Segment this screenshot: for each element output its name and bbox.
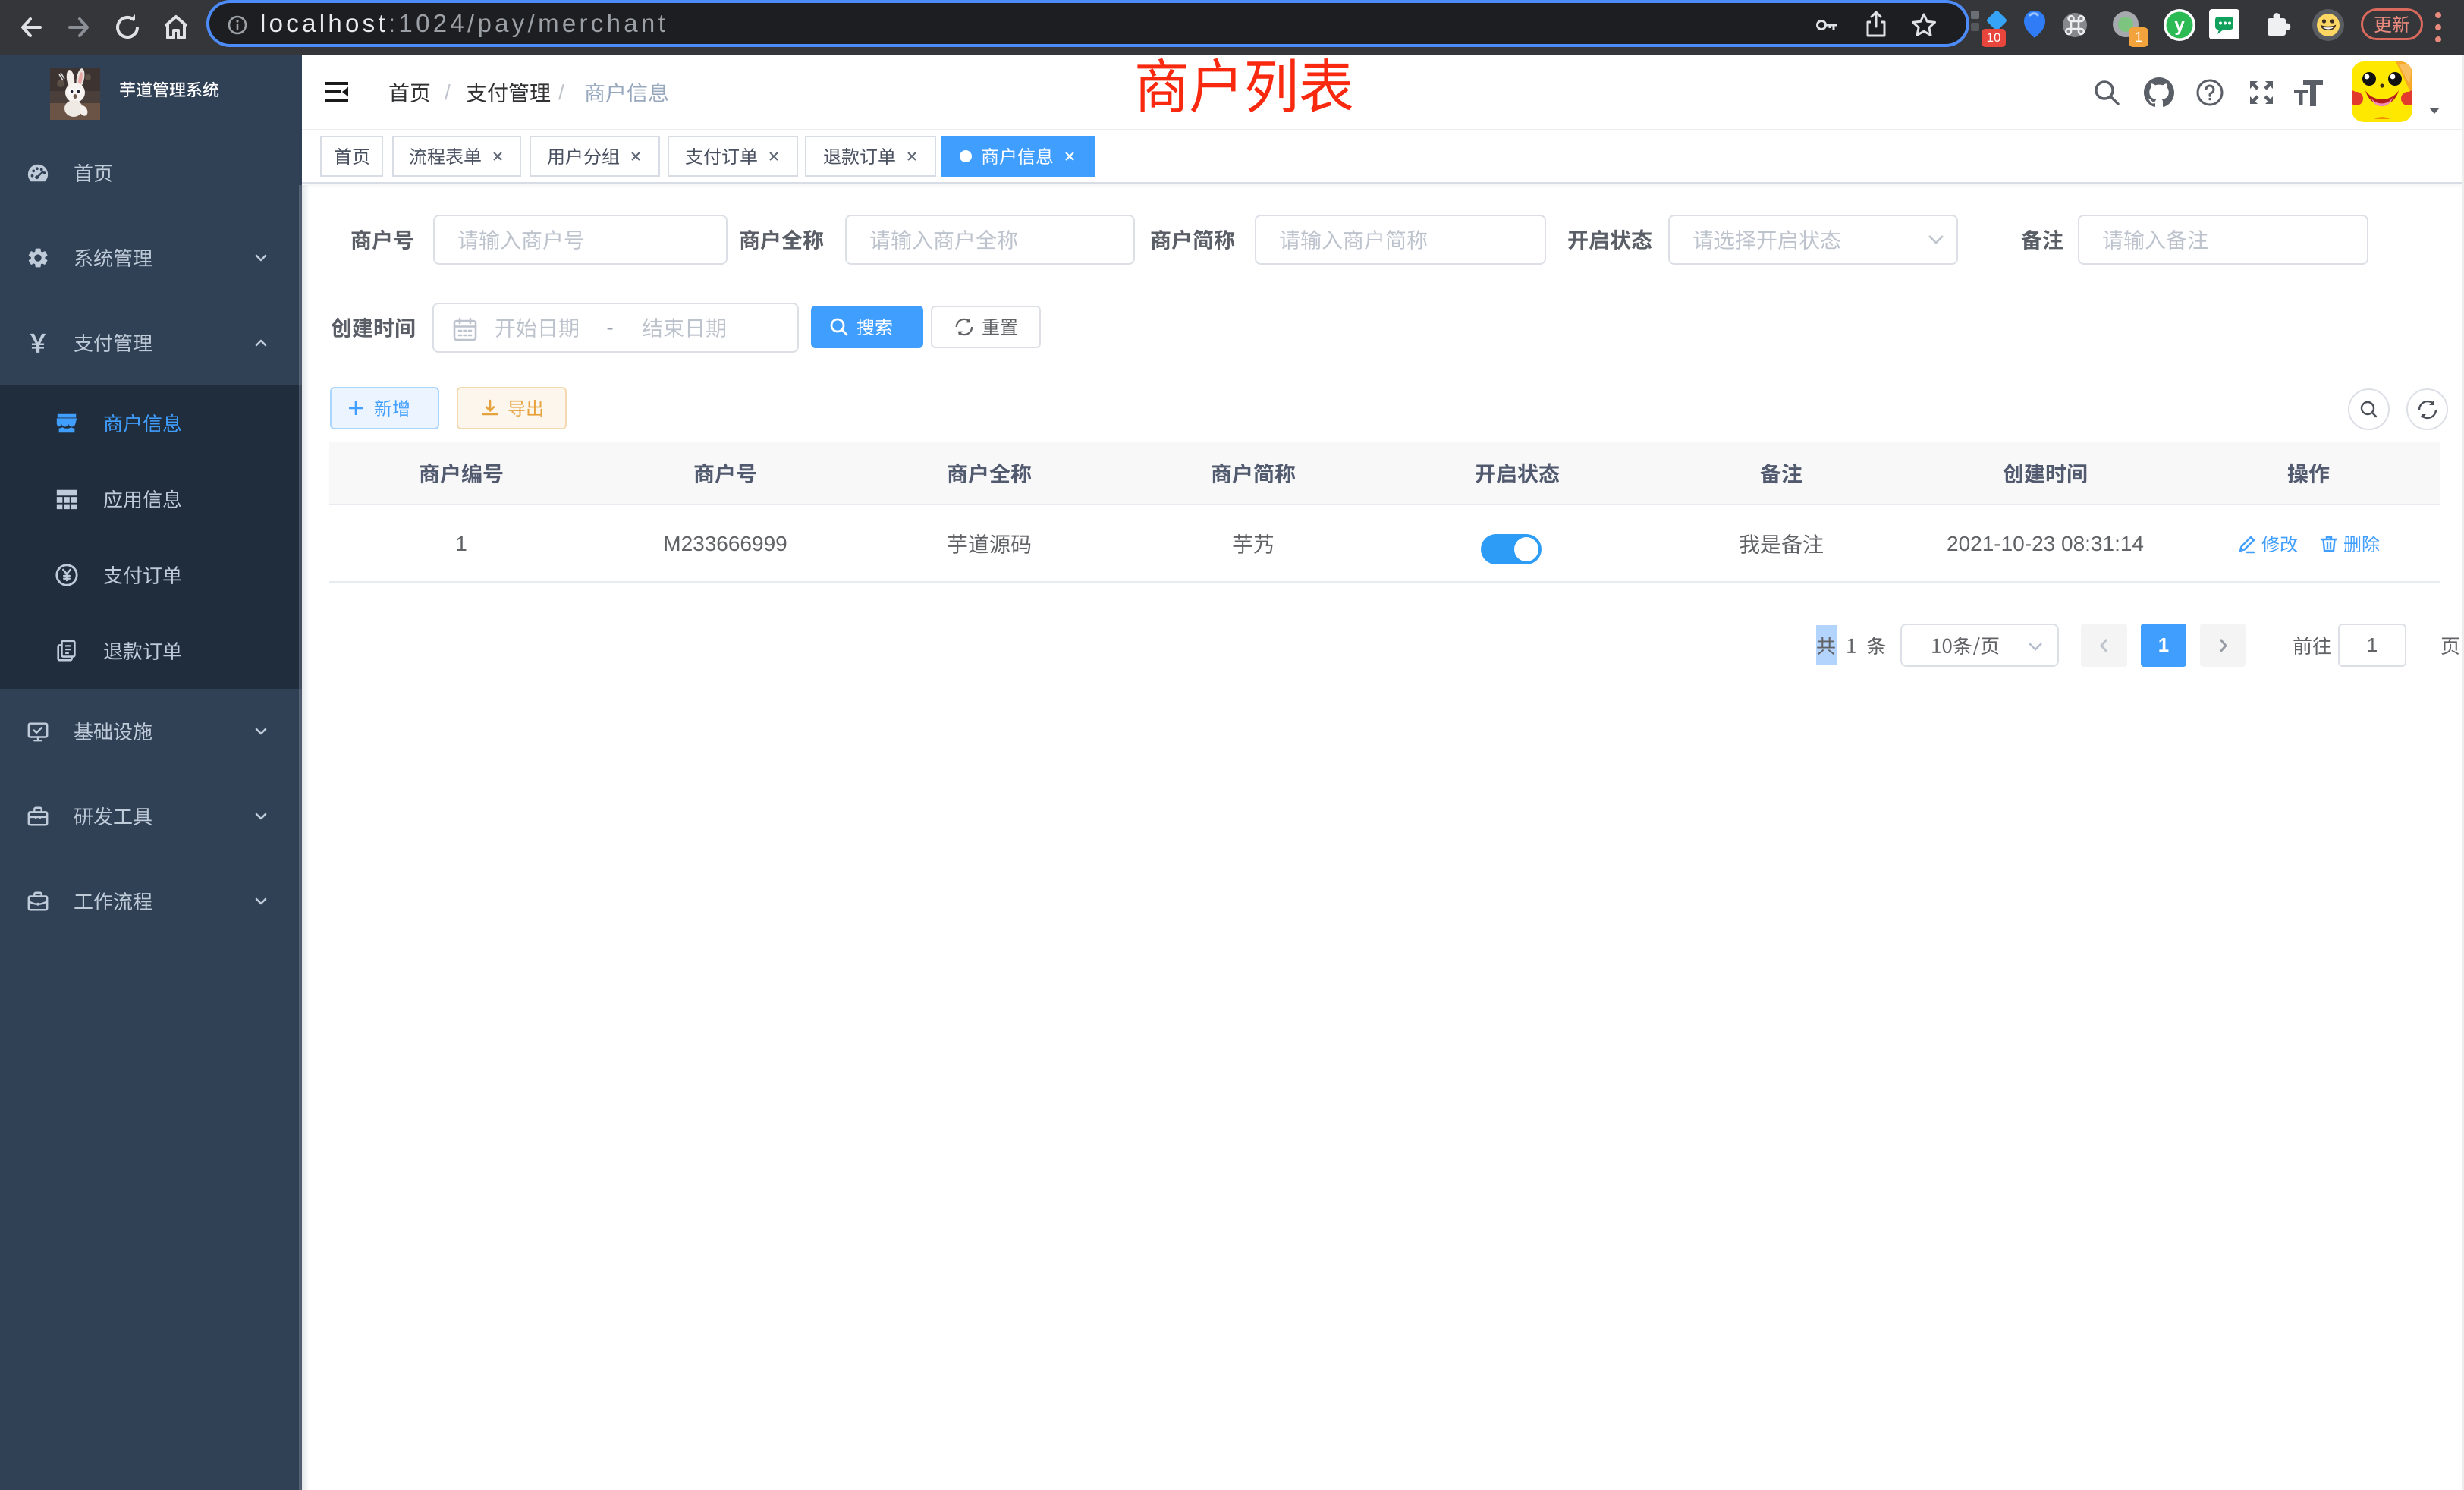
svg-text:y: y (2174, 15, 2185, 36)
